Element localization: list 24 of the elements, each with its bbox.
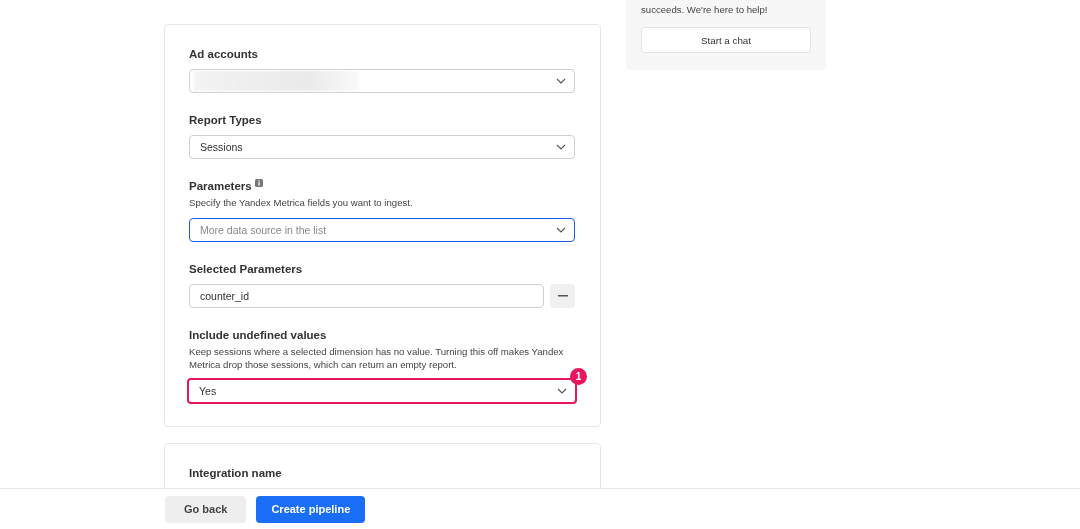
- dropdown-field[interactable]: Sessions: [189, 135, 575, 159]
- dropdown-field[interactable]: More data source in the list: [189, 217, 575, 242]
- chevron-down-icon: [556, 226, 566, 233]
- chevron-down-icon: [556, 78, 566, 84]
- field-label: Report Types: [189, 113, 262, 127]
- field-label: Selected Parameters: [189, 261, 303, 276]
- help-text: succeeds. We're here to help!: [641, 4, 769, 15]
- field-label: Parameters: [189, 179, 252, 193]
- dropdown-field[interactable]: Yes: [187, 377, 577, 404]
- field-label: Ad accounts: [189, 47, 258, 61]
- field-description: Specify the Yandex Metrica fields you want to ingest.: [189, 196, 414, 210]
- back-button[interactable]: Go back: [165, 495, 247, 523]
- dropdown-field[interactable]: [189, 69, 575, 93]
- chevron-down-icon: [557, 387, 567, 394]
- minus-icon: [557, 294, 568, 297]
- create-pipeline-button[interactable]: Create pipeline: [256, 495, 366, 523]
- field-label: Include undefined values: [189, 327, 327, 342]
- chevron-down-icon: [556, 144, 566, 150]
- field-label: Integration name: [189, 465, 282, 480]
- input-field[interactable]: counter_id: [189, 283, 544, 308]
- start-chat-button[interactable]: Start a chat: [641, 27, 811, 53]
- field-description: Keep sessions where a selected dimension has no value. Turning this off makes Yandex Metrica drop those sessions, which can return an empty report.: [189, 344, 565, 372]
- remove-button[interactable]: [550, 283, 575, 308]
- number-marker: 1: [570, 367, 587, 385]
